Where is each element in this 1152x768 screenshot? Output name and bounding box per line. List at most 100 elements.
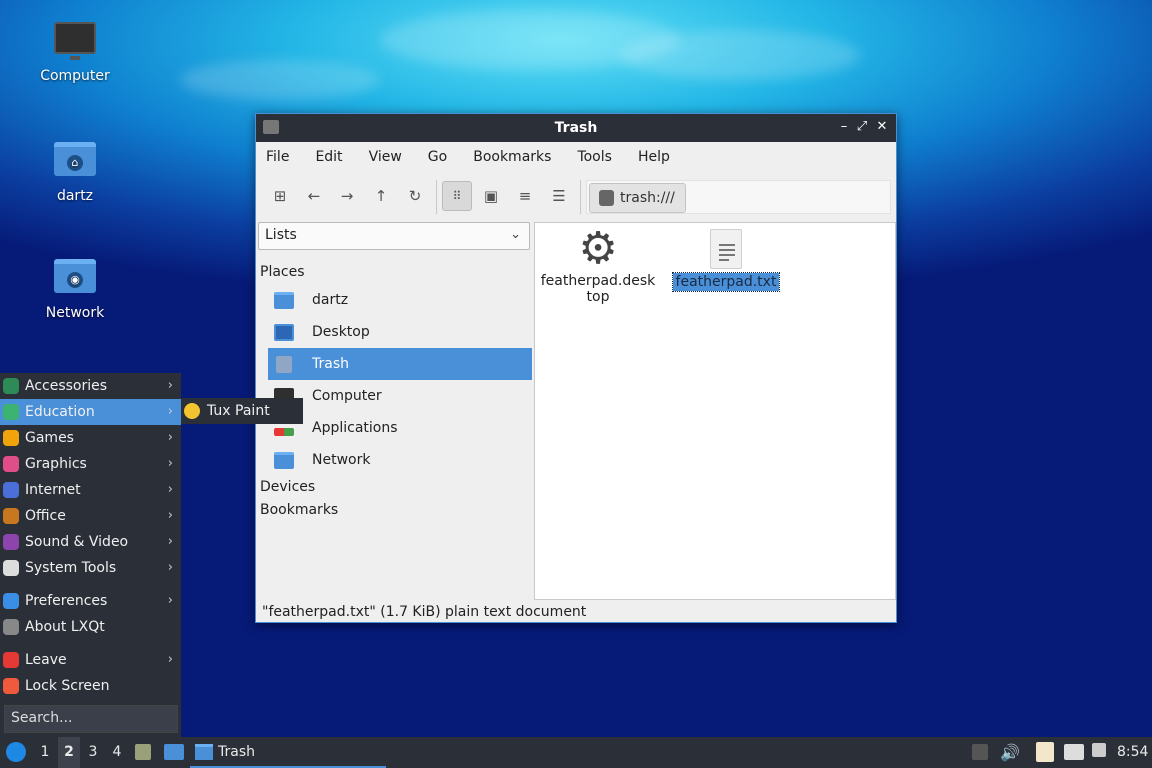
compact-view-button[interactable]: ≡ bbox=[510, 181, 540, 211]
tux-paint-icon bbox=[184, 403, 200, 419]
desktop-switch-2[interactable]: 2 bbox=[58, 737, 80, 768]
sound-video-icon bbox=[3, 534, 19, 550]
menu-item-games[interactable]: Games › bbox=[0, 425, 181, 451]
path-button-trash[interactable]: trash:/// bbox=[589, 183, 686, 213]
main-menu-button[interactable] bbox=[4, 737, 30, 768]
office-icon bbox=[3, 508, 19, 524]
volume-icon[interactable]: 🔊 bbox=[1000, 737, 1020, 768]
desktop-icon-computer[interactable]: Computer bbox=[20, 22, 130, 84]
show-desktop-icon[interactable] bbox=[164, 744, 184, 760]
menu-edit[interactable]: Edit bbox=[315, 149, 342, 165]
place-item-dartz[interactable]: dartz bbox=[268, 284, 532, 316]
up-button[interactable]: ↑ bbox=[366, 181, 396, 211]
menu-item-lock-screen[interactable]: Lock Screen bbox=[0, 673, 181, 699]
place-item-trash[interactable]: Trash bbox=[268, 348, 532, 380]
task-button-trash[interactable]: Trash bbox=[190, 737, 386, 768]
file-manager-window: Trash – ⤢ ✕ File Edit View Go Bookmarks … bbox=[255, 113, 897, 623]
section-devices[interactable]: Devices bbox=[258, 476, 532, 499]
place-item-network[interactable]: Network bbox=[268, 444, 532, 476]
menu-item-graphics[interactable]: Graphics › bbox=[0, 451, 181, 477]
menu-item-label: Accessories bbox=[25, 378, 108, 394]
menu-go[interactable]: Go bbox=[428, 149, 447, 165]
accessories-icon bbox=[3, 378, 19, 394]
menu-item-accessories[interactable]: Accessories › bbox=[0, 373, 181, 399]
menu-item-label: Games bbox=[25, 430, 74, 446]
menu-file[interactable]: File bbox=[266, 149, 289, 165]
menu-separator bbox=[0, 640, 181, 647]
menu-item-label: Graphics bbox=[25, 456, 87, 472]
thumbnail-view-button[interactable]: ▣ bbox=[476, 181, 506, 211]
file-name-line: featherpad.desk bbox=[540, 273, 656, 289]
place-label: Computer bbox=[312, 388, 382, 404]
eject-icon[interactable] bbox=[972, 744, 988, 760]
menu-item-system-tools[interactable]: System Tools › bbox=[0, 555, 181, 581]
chevron-right-icon: › bbox=[167, 534, 173, 549]
menu-group: Accessories › Education › Games › Graphics › Int… bbox=[0, 373, 181, 581]
menu-item-label: Lock Screen bbox=[25, 678, 110, 694]
forward-button[interactable]: → bbox=[332, 181, 362, 211]
menu-help[interactable]: Help bbox=[638, 149, 670, 165]
desktop-icon-label: Computer bbox=[40, 68, 110, 84]
file-view[interactable]: ⚙ featherpad.desk top featherpad.txt bbox=[534, 222, 896, 600]
menu-item-education[interactable]: Education › bbox=[0, 399, 181, 425]
graphics-icon bbox=[3, 456, 19, 472]
detailed-view-button[interactable]: ☰ bbox=[544, 181, 574, 211]
menu-item-internet[interactable]: Internet › bbox=[0, 477, 181, 503]
icon-view-button[interactable]: ⠿ bbox=[442, 181, 472, 211]
new-tab-button[interactable]: ⊞ bbox=[265, 181, 295, 211]
place-item-desktop[interactable]: Desktop bbox=[268, 316, 532, 348]
menu-item-label: Leave bbox=[25, 652, 67, 668]
desktop-icon-label: dartz bbox=[56, 188, 94, 204]
location-bar[interactable]: trash:/// bbox=[586, 180, 891, 214]
desktop-icon-network[interactable]: ◉ Network bbox=[20, 255, 130, 321]
desktop-icon-label: Network bbox=[45, 305, 105, 321]
file-item-featherpad-desktop[interactable]: ⚙ featherpad.desk top bbox=[539, 227, 657, 306]
folder-icon bbox=[195, 744, 213, 760]
menu-item-office[interactable]: Office › bbox=[0, 503, 181, 529]
side-pane-mode-value: Lists bbox=[265, 227, 297, 243]
network-status-icon[interactable] bbox=[1064, 744, 1084, 760]
chevron-right-icon: › bbox=[167, 404, 173, 419]
desktop-switch-4[interactable]: 4 bbox=[106, 737, 128, 768]
chevron-right-icon: › bbox=[167, 508, 173, 523]
file-item-featherpad-txt[interactable]: featherpad.txt bbox=[667, 229, 785, 292]
trash-icon bbox=[276, 356, 292, 373]
desktop-switch-1[interactable]: 1 bbox=[34, 737, 56, 768]
lock-screen-icon bbox=[3, 678, 19, 694]
file-manager-launcher-icon[interactable] bbox=[135, 744, 151, 760]
desktop-switch-3[interactable]: 3 bbox=[82, 737, 104, 768]
side-pane-mode-select[interactable]: Lists ⌄ bbox=[258, 222, 530, 250]
desktop-icon bbox=[274, 324, 294, 341]
back-button[interactable]: ← bbox=[299, 181, 329, 211]
section-places[interactable]: Places bbox=[258, 261, 532, 284]
water-caustic bbox=[180, 60, 380, 100]
menu-search-input[interactable]: Search... bbox=[4, 705, 178, 733]
title-bar[interactable]: Trash – ⤢ ✕ bbox=[256, 114, 896, 142]
place-label: Trash bbox=[312, 356, 349, 372]
menu-tools[interactable]: Tools bbox=[577, 149, 612, 165]
clipboard-icon[interactable] bbox=[1036, 742, 1054, 762]
clock[interactable]: 8:54 bbox=[1117, 737, 1148, 768]
place-item-applications[interactable]: Applications bbox=[268, 412, 532, 444]
minimize-button[interactable]: – bbox=[836, 119, 852, 135]
section-bookmarks[interactable]: Bookmarks bbox=[258, 499, 532, 522]
menu-group: Leave › Lock Screen bbox=[0, 647, 181, 699]
menu-view[interactable]: View bbox=[369, 149, 402, 165]
menu-item-label: Sound & Video bbox=[25, 534, 129, 550]
menu-bookmarks[interactable]: Bookmarks bbox=[473, 149, 551, 165]
submenu-item-tux-paint[interactable]: Tux Paint bbox=[181, 398, 303, 424]
menu-item-leave[interactable]: Leave › bbox=[0, 647, 181, 673]
search-placeholder: Search... bbox=[11, 710, 73, 726]
maximize-button[interactable]: ⤢ bbox=[854, 119, 870, 135]
chevron-right-icon: › bbox=[167, 482, 173, 497]
menu-item-about-lxqt[interactable]: About LXQt bbox=[0, 614, 181, 640]
place-item-computer[interactable]: Computer bbox=[268, 380, 532, 412]
menu-item-preferences[interactable]: Preferences › bbox=[0, 588, 181, 614]
chevron-right-icon: › bbox=[167, 560, 173, 575]
notification-icon[interactable] bbox=[1092, 743, 1106, 757]
menu-item-sound-video[interactable]: Sound & Video › bbox=[0, 529, 181, 555]
chevron-down-icon: ⌄ bbox=[510, 227, 521, 242]
reload-button[interactable]: ↻ bbox=[400, 181, 430, 211]
desktop-icon-home[interactable]: ⌂ dartz bbox=[20, 138, 130, 204]
close-button[interactable]: ✕ bbox=[874, 119, 890, 135]
